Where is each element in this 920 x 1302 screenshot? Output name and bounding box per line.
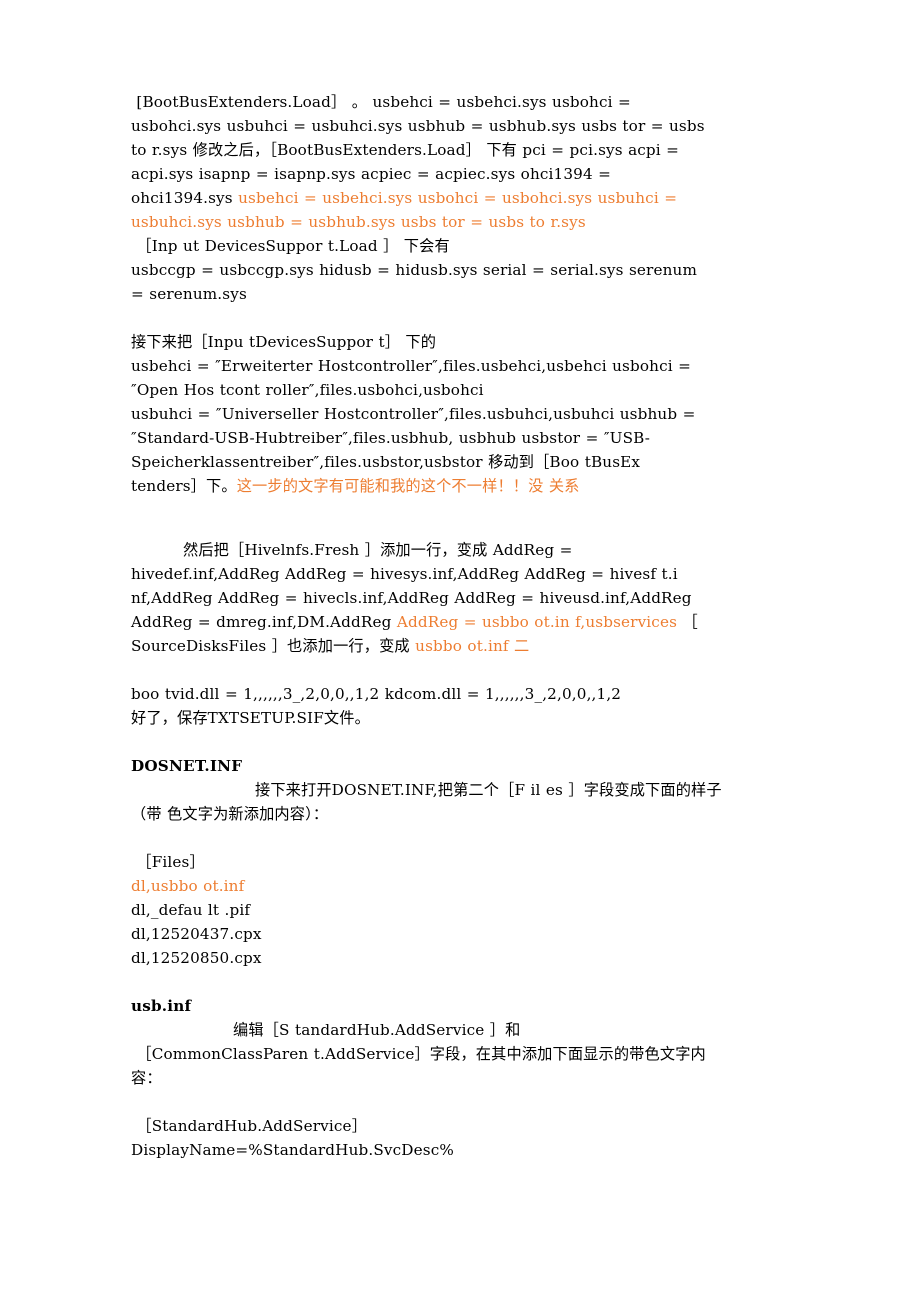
plain-text: 接下来把［Inpu tDevicesSuppor t］ 下的 [131,333,437,351]
section-heading: DOSNET.INF [131,757,243,775]
text-line: 容： [131,1066,800,1090]
plain-text: 接下来打开DOSNET.INF,把第二个［F il es ］字段变成下面的样子 [255,781,722,799]
plain-text: 好了，保存TXTSETUP.SIF文件。 [131,709,370,727]
plain-text: tenders］下。 [131,477,237,495]
plain-text: dl,_defau lt .pif [131,901,251,919]
text-line: ［StandardHub.AddService］ [131,1114,800,1138]
paragraph: 然后把［Hivelnfs.Fresh ］添加一行，变成 AddReg = hive… [131,538,800,658]
plain-text: ″Standard-USB-Hubtreiber″,files.usbhub, … [131,429,651,447]
plain-text: ohci1394.sys [131,189,239,207]
plain-text: ［ [677,613,698,631]
text-line: tenders］下。这一步的文字有可能和我的这个不一样！！没 关系 [131,474,800,498]
paragraph: [BootBusExtenders.Load］ 。 usbehci = usbe… [131,90,800,306]
highlighted-text: AddReg = usbbo ot.in f,usbservices [396,613,678,631]
text-line: Speicherklassentreiber″,files.usbstor,us… [131,450,800,474]
plain-text: 然后把［Hivelnfs.Fresh ］添加一行，变成 AddReg = [183,541,573,559]
plain-text: acpi.sys isapnp = isapnp.sys acpiec = ac… [131,165,612,183]
text-line: ［CommonClassParen t.AddService］字段，在其中添加下… [131,1042,800,1066]
text-line: AddReg = dmreg.inf,DM.AddReg AddReg = us… [131,610,800,634]
text-line: ″Open Hos tcont roller″,files.usbohci,us… [131,378,800,402]
plain-text: nf,AddReg AddReg = hivecls.inf,AddReg Ad… [131,589,692,607]
text-line: dl,_defau lt .pif [131,898,800,922]
vertical-spacer [131,970,800,994]
plain-text: Speicherklassentreiber″,files.usbstor,us… [131,453,641,471]
text-line: SourceDisksFiles ］也添加一行，变成 usbbo ot.inf … [131,634,800,658]
paragraph: 接下来把［Inpu tDevicesSuppor t］ 下的 usbehci = … [131,330,800,498]
text-line: nf,AddReg AddReg = hivecls.inf,AddReg Ad… [131,586,800,610]
plain-text: DisplayName=%StandardHub.SvcDesc% [131,1141,454,1159]
text-line: DisplayName=%StandardHub.SvcDesc% [131,1138,800,1162]
plain-text: 容： [131,1069,162,1087]
paragraph: ［Files］ dl,usbbo ot.inf dl,_defau lt .pif d… [131,850,800,970]
plain-text: ［StandardHub.AddService］ [131,1117,368,1135]
text-line: 然后把［Hivelnfs.Fresh ］添加一行，变成 AddReg = [131,538,800,562]
text-line: boo tvid.dll = 1,,,,,,3_,2,0,0,,1,2 kdco… [131,682,800,706]
document-page: [BootBusExtenders.Load］ 。 usbehci = usbe… [0,0,920,1302]
text-line: usbuhci.sys usbhub = usbhub.sys usbs tor… [131,210,800,234]
highlighted-text: usbehci = usbehci.sys usbohci = usbohci.… [238,189,678,207]
plain-text: ［CommonClassParen t.AddService］字段，在其中添加下… [131,1045,706,1063]
highlighted-text: 这一步的文字有可能和我的这个不一样！！没 关系 [236,477,580,495]
plain-text: boo tvid.dll = 1,,,,,,3_,2,0,0,,1,2 kdco… [131,685,622,703]
text-line: ［Inp ut DevicesSuppor t.Load ］ 下会有 [131,234,800,258]
text-line: （带 色文字为新添加内容）： [131,802,800,826]
text-line: dl,12520437.cpx [131,922,800,946]
plain-text: （带 色文字为新添加内容）： [131,805,329,823]
vertical-spacer [131,306,800,330]
paragraph: 编辑［S tandardHub.AddService ］和 ［CommonCla… [131,1018,800,1090]
document-body: [BootBusExtenders.Load］ 。 usbehci = usbe… [131,90,800,1162]
text-line: dl,12520850.cpx [131,946,800,970]
vertical-spacer [131,826,800,850]
text-line: usbccgp = usbccgp.sys hidusb = hidusb.sy… [131,258,800,282]
text-line: usbuhci = ″Universeller Hostcontroller″,… [131,402,800,426]
text-line: 接下来打开DOSNET.INF,把第二个［F il es ］字段变成下面的样子 [131,778,800,802]
plain-text: hivedef.inf,AddReg AddReg = hivesys.inf,… [131,565,678,583]
paragraph: boo tvid.dll = 1,,,,,,3_,2,0,0,,1,2 kdco… [131,682,800,730]
highlighted-text: usbuhci.sys usbhub = usbhub.sys usbs tor… [131,213,586,231]
text-line: usbehci = ″Erweiterter Hostcontroller″,f… [131,354,800,378]
text-line: = serenum.sys [131,282,800,306]
plain-text: usbuhci = ″Universeller Hostcontroller″,… [131,405,696,423]
plain-text: usbohci.sys usbuhci = usbuhci.sys usbhub… [131,117,705,135]
text-line: dl,usbbo ot.inf [131,874,800,898]
plain-text: AddReg = dmreg.inf,DM.AddReg [131,613,397,631]
plain-text: to r.sys 修改之后，［BootBusExtenders.Load］ 下有… [131,141,680,159]
text-line: usbohci.sys usbuhci = usbuhci.sys usbhub… [131,114,800,138]
plain-text: dl,12520437.cpx [131,925,262,943]
plain-text: usbccgp = usbccgp.sys hidusb = hidusb.sy… [131,261,698,279]
plain-text: = serenum.sys [131,285,247,303]
paragraph: 接下来打开DOSNET.INF,把第二个［F il es ］字段变成下面的样子 （… [131,778,800,826]
plain-text: SourceDisksFiles ］也添加一行，变成 [131,637,416,655]
section-heading: usb.inf [131,997,192,1015]
text-line: hivedef.inf,AddReg AddReg = hivesys.inf,… [131,562,800,586]
highlighted-text: dl,usbbo ot.inf [131,877,245,895]
text-line: acpi.sys isapnp = isapnp.sys acpiec = ac… [131,162,800,186]
text-line: ohci1394.sys usbehci = usbehci.sys usboh… [131,186,800,210]
plain-text: [BootBusExtenders.Load］ 。 usbehci = usbe… [131,93,631,111]
text-line: ［Files］ [131,850,800,874]
plain-text: dl,12520850.cpx [131,949,262,967]
text-line: 编辑［S tandardHub.AddService ］和 [131,1018,800,1042]
text-line: 好了，保存TXTSETUP.SIF文件。 [131,706,800,730]
plain-text: ［Files］ [131,853,205,871]
vertical-spacer [131,730,800,754]
text-line: 接下来把［Inpu tDevicesSuppor t］ 下的 [131,330,800,354]
vertical-spacer [131,658,800,682]
paragraph: ［StandardHub.AddService］ DisplayName=%Sta… [131,1114,800,1162]
vertical-spacer [131,498,800,538]
highlighted-text: usbbo ot.inf 二 [415,637,530,655]
vertical-spacer [131,1090,800,1114]
text-line: [BootBusExtenders.Load］ 。 usbehci = usbe… [131,90,800,114]
plain-text: ″Open Hos tcont roller″,files.usbohci,us… [131,381,484,399]
plain-text: usbehci = ″Erweiterter Hostcontroller″,f… [131,357,691,375]
text-line: ″Standard-USB-Hubtreiber″,files.usbhub, … [131,426,800,450]
plain-text: ［Inp ut DevicesSuppor t.Load ］ 下会有 [131,237,450,255]
text-line: to r.sys 修改之后，［BootBusExtenders.Load］ 下有… [131,138,800,162]
plain-text: 编辑［S tandardHub.AddService ］和 [233,1021,521,1039]
